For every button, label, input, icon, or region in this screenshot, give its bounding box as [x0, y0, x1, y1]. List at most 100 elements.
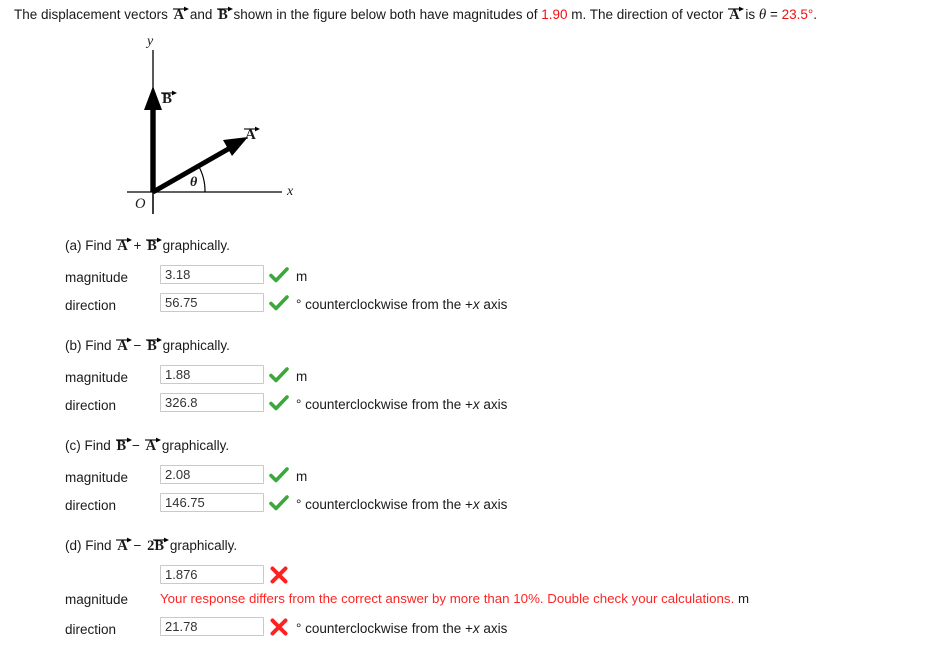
vector-arrow-icon: [116, 531, 133, 543]
part-a-direction-label: direction: [65, 298, 117, 313]
part-a-operator: +: [129, 238, 146, 253]
prompt-text-2: and: [186, 7, 217, 22]
part-a-direction-input[interactable]: [160, 293, 264, 312]
part-b-unit-suffix: axis: [479, 397, 508, 412]
vector-a-label-letter: A: [245, 127, 256, 143]
part-b-operator: −: [129, 338, 146, 353]
part-d-second-letter: 2B: [147, 538, 165, 554]
part-d-unit-prefix: ° counterclockwise from the +: [296, 621, 473, 636]
part-d-expr-second: 2B: [146, 537, 170, 555]
angle-arc: [197, 164, 206, 193]
vector-arrow-icon: [146, 331, 163, 343]
vector-diagram-svg: [127, 50, 282, 214]
part-b-title: (b) Find A − B graphically.: [65, 337, 935, 355]
vector-b-label-symbol: B: [161, 90, 177, 108]
vector-arrow-icon: [217, 0, 234, 12]
part-c-unit-axis: x: [472, 497, 480, 512]
origin-label: O: [135, 196, 146, 212]
equals-sign: =: [766, 7, 782, 22]
part-a-unit-prefix: ° counterclockwise from the +: [296, 297, 473, 312]
vector-arrow-icon: [153, 531, 170, 543]
part-a-magnitude-label: magnitude: [65, 270, 129, 285]
prompt-text-3: shown in the figure below both have magn…: [229, 7, 542, 22]
part-a-expr-first: A: [116, 237, 133, 255]
part-c-direction-input[interactable]: [160, 493, 264, 512]
part-a-title: (a) Find A + B graphically.: [65, 237, 935, 255]
part-c-prefix: (c) Find: [65, 438, 115, 453]
prompt-text-4: m. The direction of vector: [567, 7, 728, 22]
question-part-a: (a) Find A + B graphically. magnitude m …: [65, 237, 935, 321]
vector-diagram: y x O θ B A: [110, 34, 340, 221]
part-a-magnitude-input[interactable]: [160, 265, 264, 284]
part-a-second-letter: B: [147, 238, 157, 254]
problem-statement: The displacement vectors A and B shown i…: [14, 6, 939, 24]
vector-arrow-icon: [116, 331, 133, 343]
part-a-magnitude-row: magnitude m: [65, 265, 935, 293]
vector-a-arrow: [151, 137, 248, 195]
part-b-magnitude-row: magnitude m: [65, 365, 935, 393]
part-c-unit-prefix: ° counterclockwise from the +: [296, 497, 473, 512]
vector-arrow-icon: [146, 231, 163, 243]
correct-check-icon: [268, 364, 290, 386]
part-c-operator: −: [128, 438, 144, 453]
part-c-suffix: graphically.: [158, 438, 230, 453]
part-c-direction-unit: ° counterclockwise from the +x axis: [296, 497, 507, 512]
part-c-expr-first: B: [115, 437, 132, 455]
part-d-direction-unit: ° counterclockwise from the +x axis: [296, 621, 507, 636]
part-a-unit-axis: x: [472, 297, 480, 312]
correct-check-icon: [268, 292, 290, 314]
part-d-unit-axis: x: [472, 621, 480, 636]
vector-arrow-icon: [115, 431, 132, 443]
part-c-first-letter: B: [116, 438, 127, 454]
vector-b-label: B: [160, 90, 177, 108]
part-b-direction-label: direction: [65, 398, 117, 413]
part-d-magnitude-input[interactable]: [160, 565, 264, 584]
correct-check-icon: [268, 392, 290, 414]
part-c-magnitude-input[interactable]: [160, 465, 264, 484]
part-b-magnitude-unit: m: [296, 369, 308, 384]
part-d-unit-suffix: axis: [479, 621, 508, 636]
part-a-magnitude-unit: m: [296, 269, 308, 284]
prompt-period: .: [813, 7, 818, 22]
part-d-title: (d) Find A − 2B graphically.: [65, 537, 935, 555]
vector-a-symbol-2: A: [728, 6, 745, 24]
part-a-expr-second: B: [146, 237, 163, 255]
vector-a-label: A: [243, 126, 260, 144]
x-axis-label: x: [287, 184, 294, 199]
part-d-direction-input[interactable]: [160, 617, 264, 636]
part-a-prefix: (a) Find: [65, 238, 116, 253]
part-b-expr-second: B: [146, 337, 163, 355]
vector-a-letter: A: [173, 7, 185, 23]
part-b-suffix: graphically.: [158, 338, 230, 353]
part-b-direction-input[interactable]: [160, 393, 264, 412]
part-c-unit-suffix: axis: [479, 497, 508, 512]
part-d-expr-first: A: [116, 537, 133, 555]
part-c-magnitude-label: magnitude: [65, 470, 129, 485]
part-a-direction-unit: ° counterclockwise from the +x axis: [296, 297, 507, 312]
part-d-error-unit-value: m: [737, 591, 750, 606]
vector-a-letter-2: A: [729, 7, 740, 23]
angle-value: 23.5°: [781, 7, 814, 22]
part-d-direction-row: direction ° counterclockwise from the +x…: [65, 617, 935, 645]
question-part-b: (b) Find A − B graphically. magnitude m …: [65, 337, 935, 421]
vector-b-label-letter: B: [162, 91, 173, 107]
question-part-d: (d) Find A − 2B graphically. magnitude Y…: [65, 537, 935, 645]
part-d-magnitude-error: Your response differs from the correct a…: [160, 591, 749, 606]
part-d-magnitude-row: magnitude Your response differs from the…: [65, 565, 935, 617]
correct-check-icon: [268, 492, 290, 514]
correct-check-icon: [268, 264, 290, 286]
vector-arrow-icon: [728, 0, 745, 12]
question-part-c: (c) Find B − A graphically. magnitude m …: [65, 437, 935, 521]
part-d-direction-label: direction: [65, 622, 117, 637]
part-b-first-letter: A: [117, 338, 128, 354]
part-d-suffix: graphically.: [166, 538, 238, 553]
part-b-magnitude-input[interactable]: [160, 365, 264, 384]
part-a-first-letter: A: [117, 238, 128, 254]
prompt-text-1: The displacement vectors: [14, 7, 172, 22]
magnitude-value: 1.90: [541, 7, 568, 22]
incorrect-x-icon: [268, 616, 290, 638]
correct-check-icon: [268, 464, 290, 486]
vector-a-label-symbol: A: [244, 126, 260, 144]
part-d-first-letter: A: [117, 538, 128, 554]
part-c-magnitude-unit: m: [296, 469, 308, 484]
